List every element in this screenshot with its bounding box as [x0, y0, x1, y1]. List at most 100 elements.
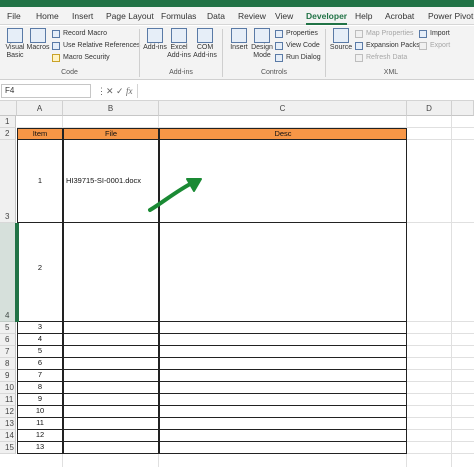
row-header[interactable]: 10: [0, 382, 16, 394]
cell-file[interactable]: [63, 394, 159, 406]
cell-item[interactable]: 9: [17, 394, 63, 406]
cell-item[interactable]: 3: [17, 322, 63, 334]
column-header[interactable]: A: [17, 101, 63, 116]
import-button[interactable]: Import: [419, 28, 450, 40]
row-header[interactable]: 8: [0, 358, 16, 370]
source-button[interactable]: Source: [329, 28, 353, 52]
cell-file[interactable]: [63, 346, 159, 358]
cell-item[interactable]: 10: [17, 406, 63, 418]
header-cell-desc[interactable]: Desc: [159, 128, 407, 140]
enter-icon[interactable]: ✓: [116, 84, 124, 98]
cell-desc[interactable]: [159, 358, 407, 370]
cell-item[interactable]: 7: [17, 370, 63, 382]
formula-input[interactable]: [137, 84, 474, 98]
insert-control-button[interactable]: Insert: [227, 28, 251, 52]
cell-desc[interactable]: [159, 406, 407, 418]
excel-add-ins-button[interactable]: Excel Add-ins: [167, 28, 191, 60]
column-header[interactable]: D: [407, 101, 452, 116]
header-cell-item[interactable]: Item: [17, 128, 63, 140]
row-header[interactable]: 1: [0, 116, 16, 128]
tab-acrobat[interactable]: Acrobat: [385, 8, 414, 24]
export-button[interactable]: Export: [419, 40, 450, 52]
cell-file[interactable]: [63, 382, 159, 394]
macros-button[interactable]: Macros: [26, 28, 50, 52]
com-add-ins-button[interactable]: COM Add-ins: [193, 28, 217, 60]
cell-desc[interactable]: [159, 394, 407, 406]
cell-desc[interactable]: [159, 334, 407, 346]
header-cell-file[interactable]: File: [63, 128, 159, 140]
row-header[interactable]: 6: [0, 334, 16, 346]
row-header[interactable]: 14: [0, 430, 16, 442]
tab-developer[interactable]: Developer: [306, 8, 348, 25]
relative-references-button[interactable]: Use Relative References: [52, 40, 140, 52]
row-header[interactable]: 12: [0, 406, 16, 418]
row-header[interactable]: 9: [0, 370, 16, 382]
add-ins-button[interactable]: Add-ins: [143, 28, 167, 52]
cell-file[interactable]: [63, 223, 159, 322]
macro-security-button[interactable]: Macro Security: [52, 52, 110, 64]
row-header[interactable]: 13: [0, 418, 16, 430]
view-code-button[interactable]: View Code: [275, 40, 320, 52]
tab-help[interactable]: Help: [355, 8, 372, 24]
cell-desc[interactable]: [159, 418, 407, 430]
refresh-data-button[interactable]: Refresh Data: [355, 52, 407, 64]
design-mode-button[interactable]: Design Mode: [250, 28, 274, 60]
tab-data[interactable]: Data: [207, 8, 225, 24]
cell-desc[interactable]: [159, 442, 407, 454]
cell-item[interactable]: 8: [17, 382, 63, 394]
cell-file[interactable]: [63, 334, 159, 346]
tab-power-pivot[interactable]: Power Pivot: [428, 8, 473, 24]
cell-desc[interactable]: [159, 430, 407, 442]
row-header[interactable]: 2: [0, 128, 16, 140]
cell-file[interactable]: [63, 442, 159, 454]
row-header[interactable]: 3: [0, 140, 16, 223]
tab-file[interactable]: File: [7, 8, 21, 24]
cell-item[interactable]: 11: [17, 418, 63, 430]
tab-formulas[interactable]: Formulas: [161, 8, 196, 24]
name-box[interactable]: F4: [1, 84, 91, 98]
macros-label: Macros: [26, 44, 50, 51]
visual-basic-icon: [7, 28, 23, 43]
cell-item[interactable]: 6: [17, 358, 63, 370]
expansion-packs-button[interactable]: Expansion Packs: [355, 40, 420, 52]
row-header[interactable]: 11: [0, 394, 16, 406]
properties-button[interactable]: Properties: [275, 28, 318, 40]
tab-review[interactable]: Review: [238, 8, 266, 24]
column-header[interactable]: B: [63, 101, 159, 116]
tab-view[interactable]: View: [275, 8, 293, 24]
cell-item[interactable]: 4: [17, 334, 63, 346]
row-header[interactable]: 15: [0, 442, 16, 454]
cell-item[interactable]: 1: [17, 140, 63, 223]
cell-desc[interactable]: [159, 322, 407, 334]
column-header[interactable]: [452, 101, 474, 116]
cell-file[interactable]: [63, 358, 159, 370]
cell-file[interactable]: [63, 322, 159, 334]
cell-desc[interactable]: [159, 223, 407, 322]
tab-home[interactable]: Home: [36, 8, 59, 24]
cell-file[interactable]: [63, 406, 159, 418]
cell-file[interactable]: [63, 430, 159, 442]
run-dialog-button[interactable]: Run Dialog: [275, 52, 321, 64]
column-header[interactable]: C: [159, 101, 407, 116]
cell-desc[interactable]: [159, 370, 407, 382]
row-header[interactable]: 7: [0, 346, 16, 358]
cell-file[interactable]: [63, 418, 159, 430]
cell-item[interactable]: 13: [17, 442, 63, 454]
row-header[interactable]: 5: [0, 322, 16, 334]
worksheet-grid[interactable]: A B C D 1 2 3 4 5 6 7 8 9 10 11 12 13 14 15 Item File Desc 1 HI…: [0, 101, 474, 467]
tab-page-layout[interactable]: Page Layout: [106, 8, 154, 24]
map-properties-button[interactable]: Map Properties: [355, 28, 413, 40]
visual-basic-button[interactable]: Visual Basic: [3, 28, 27, 60]
insert-function-icon[interactable]: fx: [126, 84, 133, 98]
cell-item[interactable]: 5: [17, 346, 63, 358]
cell-file[interactable]: [63, 370, 159, 382]
cell-desc[interactable]: [159, 346, 407, 358]
select-all-corner[interactable]: [0, 101, 17, 116]
cell-item[interactable]: 12: [17, 430, 63, 442]
cell-desc[interactable]: [159, 382, 407, 394]
title-bar: [0, 0, 474, 7]
record-macro-button[interactable]: Record Macro: [52, 28, 107, 40]
selected-row-marker: [0, 223, 17, 322]
tab-insert[interactable]: Insert: [72, 8, 93, 24]
cancel-icon[interactable]: ✕: [106, 84, 114, 98]
